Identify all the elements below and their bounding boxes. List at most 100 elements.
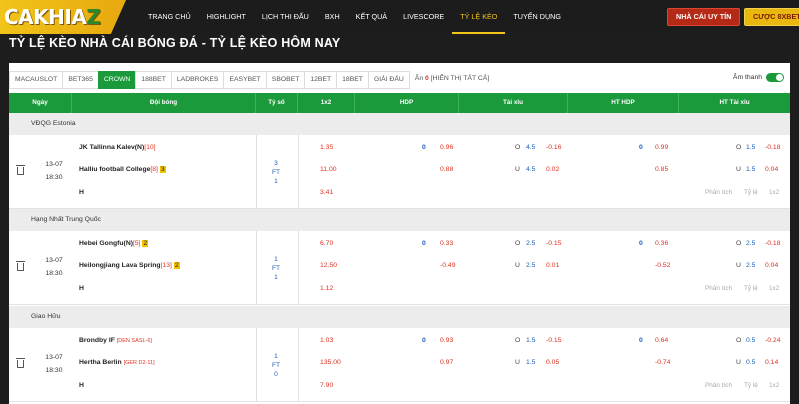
ht-ou-under-label: U xyxy=(736,262,741,269)
hdp-home-odds[interactable]: 0.93 xyxy=(440,337,453,344)
odds-draw[interactable]: 3.41 xyxy=(320,189,333,196)
tab-sbobet[interactable]: SBOBET xyxy=(265,71,305,89)
tab-12bet[interactable]: 12BET xyxy=(304,71,337,89)
nav-recruitment[interactable]: TUYỂN DỤNG xyxy=(505,0,569,34)
league-header: Hạng Nhất Trung Quốc xyxy=(9,209,790,231)
ht-hdp-home-odds[interactable]: 0.64 xyxy=(655,337,668,344)
trash-icon[interactable] xyxy=(16,165,25,175)
nav-results[interactable]: KẾT QUẢ xyxy=(348,0,395,34)
ht-ou-over-label: O xyxy=(736,337,742,344)
ht-ou-over-label: O xyxy=(736,240,742,247)
1x2-link[interactable]: 1x2 xyxy=(769,189,779,196)
odds-link[interactable]: Tỷ lệ xyxy=(744,285,758,292)
hidden-matches-toggle[interactable]: Ẩn 0 [HIỂN THỊ TẤT CẢ] xyxy=(409,71,495,89)
team-rank: [8] xyxy=(150,166,158,173)
ht-hdp-line: 0 xyxy=(639,337,643,344)
away-team[interactable]: Heilongjiang Lava Spring[13] 2 xyxy=(79,262,180,269)
tab-18bet[interactable]: 18BET xyxy=(336,71,368,89)
match-status: FT xyxy=(271,362,281,369)
nav-standings[interactable]: BXH xyxy=(317,0,348,34)
home-team[interactable]: Brondby IF [DEN SASL-6] xyxy=(79,337,152,344)
match-score: 3 FT 1 xyxy=(271,159,281,186)
odds-home-win[interactable]: 6.70 xyxy=(320,240,333,247)
ht-hdp-away-odds[interactable]: 0.85 xyxy=(655,166,668,173)
ou-under-odds[interactable]: 0.05 xyxy=(546,359,559,366)
logo-letter-z: Z xyxy=(86,5,101,29)
away-team[interactable]: Hertha Berlin [GER D2-11] xyxy=(79,359,155,366)
team-name: Hertha Berlin xyxy=(79,359,122,366)
nav-odds[interactable]: TỶ LỆ KÈO xyxy=(452,0,506,34)
site-logo[interactable]: CAKHIAZ xyxy=(4,5,101,29)
divider xyxy=(256,135,257,209)
odds-link[interactable]: Tỷ lệ xyxy=(744,382,758,389)
1x2-link[interactable]: 1x2 xyxy=(769,285,779,292)
ht-ou-under-odds[interactable]: 0.04 xyxy=(765,262,778,269)
team-name: Hebei Gongfu(N) xyxy=(79,240,133,247)
ou-under-odds[interactable]: 0.01 xyxy=(546,262,559,269)
tab-bet365[interactable]: BET365 xyxy=(62,71,98,89)
team-league-tag: [GER D2-11] xyxy=(123,360,155,366)
odds-draw[interactable]: 1.12 xyxy=(320,285,333,292)
ht-ou-over-odds[interactable]: -0.18 xyxy=(765,144,781,151)
trash-icon[interactable] xyxy=(16,358,25,368)
ht-hdp-home-odds[interactable]: 0.36 xyxy=(655,240,668,247)
analysis-link[interactable]: Phân tích xyxy=(705,189,732,196)
hdp-home-odds[interactable]: 0.33 xyxy=(440,240,453,247)
nav-home[interactable]: TRANG CHỦ xyxy=(140,0,199,34)
ou-over-odds[interactable]: -0.15 xyxy=(546,337,562,344)
ht-hdp-away-odds[interactable]: -0.74 xyxy=(655,359,671,366)
nav-livescore[interactable]: LIVESCORE xyxy=(395,0,452,34)
odds-home-win[interactable]: 1.35 xyxy=(320,144,333,151)
analysis-link[interactable]: Phân tích xyxy=(705,285,732,292)
analysis-link[interactable]: Phân tích xyxy=(705,382,732,389)
tab-ladbrokes[interactable]: LADBROKES xyxy=(170,71,224,89)
reputable-bookmaker-button[interactable]: NHÀ CÁI UY TÍN xyxy=(667,8,741,26)
league-header: VĐQG Estonia xyxy=(9,113,790,135)
odds-away-win[interactable]: 135.00 xyxy=(320,359,341,366)
tab-188bet[interactable]: 188BET xyxy=(135,71,171,89)
show-all-link[interactable]: [HIỂN THỊ TẤT CẢ] xyxy=(431,75,490,82)
hdp-away-odds[interactable]: 0.88 xyxy=(440,166,453,173)
ou-line-under: 1.5 xyxy=(526,359,536,366)
tab-easybet[interactable]: EASYBET xyxy=(223,71,266,89)
ou-over-label: O xyxy=(515,144,521,151)
bet-8xbet-button[interactable]: CƯỢC 8XBET xyxy=(744,8,799,26)
ou-line: 2.5 xyxy=(526,240,536,247)
match-date: 13-07 18:30 xyxy=(40,351,68,377)
sound-label: Âm thanh xyxy=(732,74,762,81)
hdp-home-odds[interactable]: 0.96 xyxy=(440,144,453,151)
nav-schedule[interactable]: LỊCH THI ĐẤU xyxy=(254,0,317,34)
sound-toggle[interactable] xyxy=(766,73,784,82)
tab-crown[interactable]: CROWN xyxy=(97,71,136,89)
header-teams: Đội bóng xyxy=(72,93,256,113)
tab-macauslot[interactable]: MACAUSLOT xyxy=(9,71,63,89)
ou-over-odds[interactable]: -0.16 xyxy=(546,144,562,151)
home-team[interactable]: Hebei Gongfu(N)[5] 2 xyxy=(79,240,149,247)
tab-leagues[interactable]: GIẢI ĐẤU xyxy=(367,71,410,89)
match-score: 1 FT 0 xyxy=(271,352,281,379)
ht-hdp-away-odds[interactable]: -0.52 xyxy=(655,262,671,269)
header-hdp: HDP xyxy=(355,93,459,113)
ht-ou-under-odds[interactable]: 0.14 xyxy=(765,359,778,366)
nav-highlight[interactable]: HIGHLIGHT xyxy=(199,0,254,34)
odds-away-win[interactable]: 11.00 xyxy=(320,166,337,173)
away-team[interactable]: Halliu football College[8] 3 xyxy=(79,166,166,173)
hdp-away-odds[interactable]: 0.97 xyxy=(440,359,453,366)
odds-draw[interactable]: 7.90 xyxy=(320,382,333,389)
date-text: 13-07 xyxy=(45,161,63,168)
ht-ou-under-odds[interactable]: 0.04 xyxy=(765,166,778,173)
odds-home-win[interactable]: 1.03 xyxy=(320,337,333,344)
bookmaker-tabs: MACAUSLOT BET365 CROWN 188BET LADBROKES … xyxy=(9,71,495,89)
ou-over-odds[interactable]: -0.15 xyxy=(546,240,562,247)
odds-away-win[interactable]: 12.50 xyxy=(320,262,337,269)
hdp-away-odds[interactable]: -0.49 xyxy=(440,262,456,269)
odds-link[interactable]: Tỷ lệ xyxy=(744,189,758,196)
home-team[interactable]: JK Tallinna Kalev(N)[10] xyxy=(79,144,156,151)
ht-hdp-home-odds[interactable]: 0.99 xyxy=(655,144,668,151)
trash-icon[interactable] xyxy=(16,261,25,271)
1x2-link[interactable]: 1x2 xyxy=(769,382,779,389)
ht-ou-line-under: 2.5 xyxy=(746,262,756,269)
ou-under-odds[interactable]: 0.02 xyxy=(546,166,559,173)
ht-ou-over-odds[interactable]: -0.18 xyxy=(765,240,781,247)
ht-ou-over-odds[interactable]: -0.24 xyxy=(765,337,781,344)
